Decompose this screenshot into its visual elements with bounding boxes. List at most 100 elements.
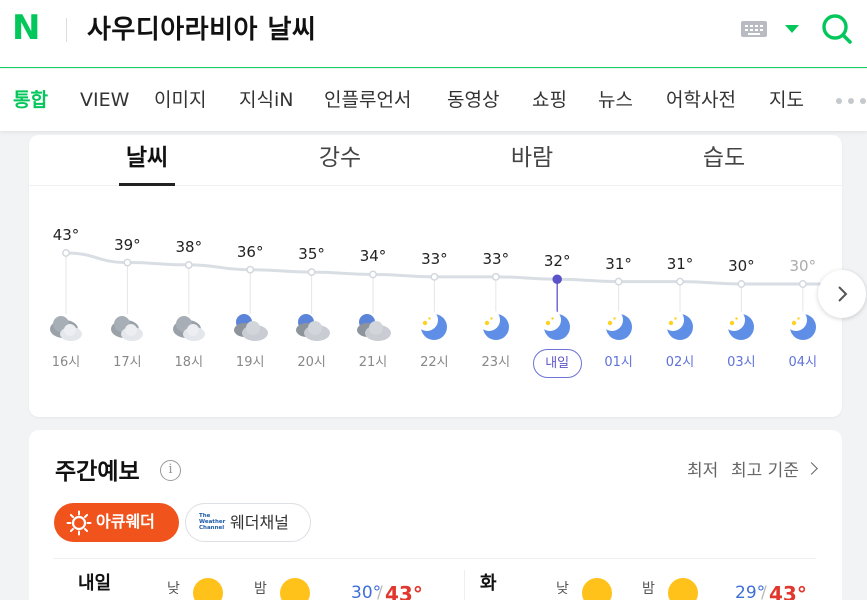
top-header: N 사우디아라비아 날씨	[0, 0, 867, 68]
temperature-point	[737, 280, 746, 288]
temp-separator: /	[761, 583, 767, 600]
tab-shopping[interactable]: 쇼핑	[532, 87, 567, 113]
search-tab-bar: 통합 VIEW 이미지 지식iN 인플루언서 동영상 쇼핑 뉴스 어학사전 지도	[0, 69, 867, 131]
weekly-forecast-card: 주간예보 i 최저 최고 기준 아큐웨더 The Weather Channel…	[29, 430, 842, 600]
tab-news[interactable]: 뉴스	[598, 87, 633, 113]
weather-channel-logo: The Weather Channel	[199, 513, 226, 531]
sunny-icon	[582, 578, 612, 600]
tab-wind[interactable]: 바람	[472, 143, 592, 173]
chevron-down-icon[interactable]	[785, 25, 799, 33]
hourly-time-label: 내일	[532, 349, 582, 378]
hourly-time-label: 19시	[235, 355, 265, 370]
max-temp: 43°	[385, 582, 423, 600]
hourly-time-label: 23시	[481, 355, 511, 370]
temperature-point	[491, 272, 500, 281]
sort-max-option[interactable]: 최고 기준	[731, 460, 799, 482]
tab-knowledge-in[interactable]: 지식iN	[239, 87, 293, 113]
tab-dictionary[interactable]: 어학사전	[666, 87, 736, 113]
temperature-point	[552, 274, 562, 284]
hourly-temperature: 31°	[666, 254, 694, 273]
tab-view[interactable]: VIEW	[80, 87, 129, 113]
hourly-time-label: 02시	[665, 355, 695, 370]
tab-integrated[interactable]: 통합	[13, 87, 48, 113]
day-label: 낮	[167, 581, 180, 597]
temp-separator: /	[377, 583, 383, 600]
weekly-title: 주간예보	[55, 459, 140, 485]
cloudy-icon	[111, 316, 144, 341]
tab-video[interactable]: 동영상	[447, 87, 499, 113]
sunny-icon	[280, 578, 310, 600]
accuweather-sun-icon	[66, 510, 92, 536]
next-hours-button[interactable]	[818, 270, 866, 318]
day-label: 낮	[556, 581, 569, 597]
hourly-time-label: 01시	[604, 355, 633, 370]
cloudy-night-icon	[357, 314, 391, 341]
hourly-time-label: 20시	[297, 355, 326, 370]
hourly-temperature-graph: 43° 16시 39° 17시 38° 18시 36° 19시 35° 20시 34° 21시 33° 2…	[29, 220, 842, 400]
hourly-temperature: 36°	[236, 242, 264, 261]
tab-precipitation[interactable]: 강수	[280, 143, 400, 173]
search-button[interactable]	[818, 10, 856, 48]
source-accuweather-label: 아큐웨더	[96, 512, 155, 531]
hourly-time-label: 18시	[174, 355, 204, 370]
weather-tab-bar: 날씨 강수 바람 습도	[29, 135, 842, 186]
keyboard-icon[interactable]	[741, 21, 767, 37]
night-label: 밤	[254, 581, 267, 597]
source-weather-channel-label: 웨더채널	[230, 513, 289, 532]
clear-night-icon	[416, 310, 448, 340]
tab-humidity[interactable]: 습도	[664, 143, 784, 173]
weather-card: 날씨 강수 바람 습도 43° 16시 39° 17시 38° 18시 36° 19시 35° 2…	[29, 135, 842, 417]
hourly-temperature: 38°	[175, 237, 203, 256]
max-temp: 43°	[769, 582, 807, 600]
hourly-time-label: 17시	[113, 355, 142, 370]
temperature-point	[184, 260, 193, 269]
header-divider	[66, 18, 67, 42]
hourly-temperature: 32°	[543, 252, 571, 271]
day-name: 내일	[78, 573, 112, 594]
clear-night-icon	[477, 310, 509, 340]
temperature-point	[798, 280, 807, 288]
hourly-temperature: 39°	[114, 235, 141, 254]
temperature-point	[676, 277, 684, 286]
sunny-icon	[193, 578, 223, 600]
hourly-temperature: 34°	[359, 247, 387, 266]
more-dots-icon[interactable]	[835, 98, 867, 104]
search-icon	[822, 14, 852, 44]
tab-images[interactable]: 이미지	[154, 87, 206, 113]
clear-night-icon	[723, 310, 755, 340]
source-weather-channel-button[interactable]: The Weather Channel 웨더채널	[185, 503, 311, 542]
tab-weather[interactable]: 날씨	[87, 143, 207, 173]
hourly-temperature: 30°	[789, 257, 817, 275]
hourly-temperature: 43°	[52, 226, 80, 244]
hourly-time-label: 22시	[420, 355, 449, 370]
column-divider	[464, 570, 465, 600]
tab-map[interactable]: 지도	[769, 87, 804, 113]
weekly-divider	[54, 558, 816, 559]
clear-night-icon	[662, 310, 693, 340]
tab-influencer[interactable]: 인플루언서	[324, 87, 411, 113]
source-accuweather-button[interactable]: 아큐웨더	[54, 503, 179, 542]
temperature-point	[62, 249, 70, 257]
active-tab-underline	[119, 183, 175, 186]
cloudy-night-icon	[234, 314, 269, 341]
info-icon[interactable]: i	[160, 460, 181, 481]
day-name: 화	[480, 573, 497, 594]
hourly-time-label: 16시	[51, 355, 81, 370]
hourly-time-label: 03시	[727, 355, 756, 370]
hourly-temperature: 30°	[728, 257, 755, 275]
temperature-point	[430, 272, 439, 281]
clear-night-icon	[539, 310, 571, 340]
hourly-temperature: 33°	[482, 249, 510, 268]
chevron-right-icon	[805, 462, 818, 475]
cloudy-icon	[172, 316, 205, 341]
temperature-point	[123, 258, 132, 267]
search-query[interactable]: 사우디아라비아 날씨	[87, 12, 316, 48]
night-label: 밤	[642, 581, 655, 597]
clear-night-icon	[784, 310, 816, 340]
temperature-point	[246, 265, 255, 274]
temperature-point	[614, 277, 623, 286]
clear-night-icon	[600, 310, 632, 340]
naver-logo[interactable]: N	[12, 8, 40, 48]
sunny-icon	[668, 578, 698, 600]
sort-min-option[interactable]: 최저	[687, 460, 718, 482]
